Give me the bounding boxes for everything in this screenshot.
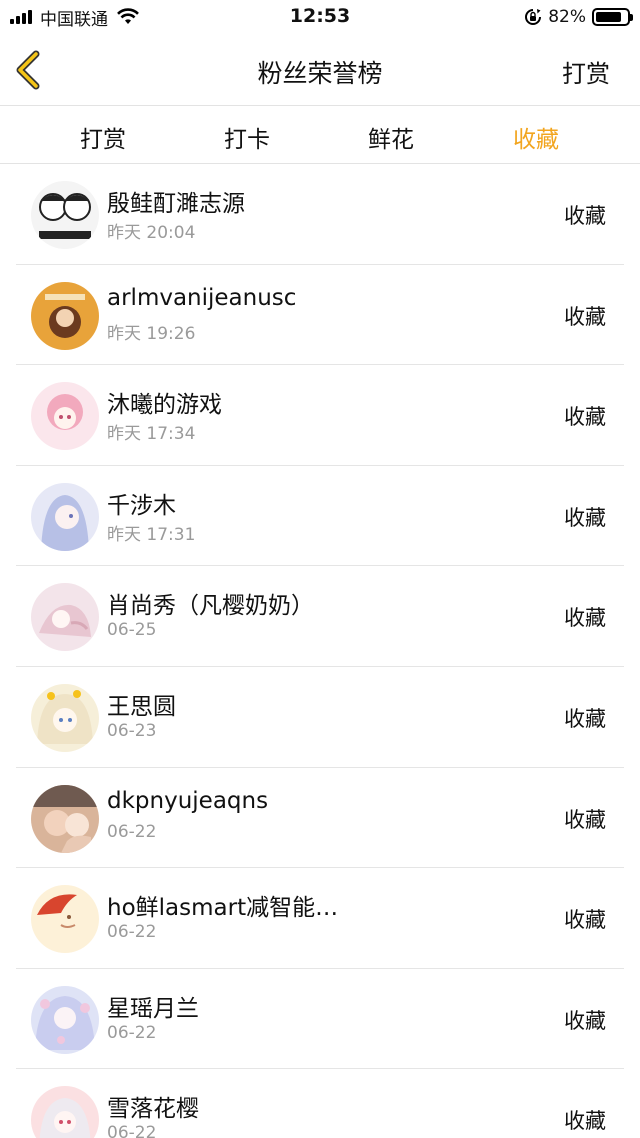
avatar[interactable] (31, 181, 99, 249)
list-item[interactable]: 殷鲑酊濉志源 昨天 20:04 收藏 (16, 164, 624, 265)
action-label: 收藏 (564, 908, 606, 933)
avatar[interactable] (31, 482, 99, 551)
status-right: 82% (524, 6, 633, 28)
list-item[interactable]: 星瑶月兰 06-22 收藏 (16, 969, 624, 1070)
action-label: 收藏 (564, 304, 606, 329)
fan-time: 昨天 17:34 (107, 424, 196, 445)
fan-name: 殷鲑酊濉志源 (107, 191, 245, 217)
action-label: 收藏 (564, 204, 606, 228)
action-label: 收藏 (564, 1109, 606, 1134)
action-label: 收藏 (564, 505, 606, 530)
list-item[interactable]: 沐曦的游戏 昨天 17:34 收藏 (16, 365, 624, 466)
list-item[interactable]: ho鲜lasmart减智能… 06-22 收藏 (16, 868, 624, 969)
fan-time: 06-22 (107, 1022, 157, 1043)
tab-flowers[interactable]: 鲜花 (331, 120, 451, 154)
tab-checkin[interactable]: 打卡 (187, 120, 307, 154)
fan-name: 王思圆 (107, 693, 176, 720)
list-item[interactable]: 雪落花樱 06-22 收藏 (16, 1069, 624, 1138)
avatar[interactable] (31, 382, 99, 451)
list-item[interactable]: dkpnyujeaqns 06-22 收藏 (16, 768, 624, 869)
tab-favorites[interactable]: 收藏 (476, 120, 596, 154)
fan-time: 06-23 (107, 720, 157, 741)
avatar[interactable] (31, 583, 99, 652)
page-title: 粉丝荣誉榜 (257, 59, 383, 88)
avatar[interactable] (31, 784, 99, 853)
list-item[interactable]: 千涉木 昨天 17:31 收藏 (16, 466, 624, 567)
fan-time: 昨天 17:31 (107, 524, 196, 545)
fan-list: 殷鲑酊濉志源 昨天 20:04 收藏 arlmvanijeanusc 昨天 19… (16, 164, 624, 1138)
action-label: 收藏 (564, 405, 606, 430)
fan-name: 星瑶月兰 (107, 995, 199, 1022)
fan-name: ho鲜lasmart减智能… (107, 895, 339, 922)
tab-reward[interactable]: 打赏 (43, 120, 163, 154)
action-label: 收藏 (564, 606, 606, 631)
fan-name: 雪落花樱 (107, 1096, 199, 1123)
fan-time: 06-25 (107, 620, 157, 641)
fan-name: 沐曦的游戏 (107, 392, 222, 419)
battery-percent: 82% (548, 7, 586, 27)
nav-bar: 粉丝荣誉榜 打赏 (0, 34, 640, 106)
rotation-lock-icon (525, 9, 542, 25)
fan-name: arlmvanijeanusc (107, 284, 297, 311)
fan-name: dkpnyujeaqns (107, 787, 269, 814)
list-item[interactable]: 肖尚秀（凡樱奶奶） 06-25 收藏 (16, 566, 624, 667)
fan-time: 昨天 19:26 (107, 323, 196, 344)
action-label: 收藏 (564, 706, 606, 731)
list-item[interactable]: arlmvanijeanusc 昨天 19:26 收藏 (16, 265, 624, 366)
avatar[interactable] (31, 281, 99, 350)
avatar[interactable] (31, 885, 99, 954)
action-label: 收藏 (564, 1008, 606, 1033)
battery-fill (596, 12, 621, 22)
fan-time: 昨天 20:04 (107, 223, 196, 243)
action-label: 收藏 (564, 807, 606, 832)
avatar[interactable] (31, 683, 99, 752)
avatar[interactable] (31, 985, 99, 1054)
fan-name: 千涉木 (107, 492, 176, 519)
fan-time: 06-22 (107, 821, 157, 842)
reward-button[interactable]: 打赏 (562, 54, 610, 89)
fan-time: 06-22 (107, 922, 157, 943)
list-item[interactable]: 王思圆 06-23 收藏 (16, 667, 624, 768)
battery-icon (592, 8, 633, 26)
avatar[interactable] (31, 1086, 99, 1138)
tab-bar: 打赏 打卡 鲜花 收藏 (0, 106, 640, 164)
fan-name: 肖尚秀（凡樱奶奶） (107, 593, 314, 620)
fan-time: 06-22 (107, 1123, 157, 1138)
status-bar: 中国联通 12:53 82% (0, 0, 640, 34)
